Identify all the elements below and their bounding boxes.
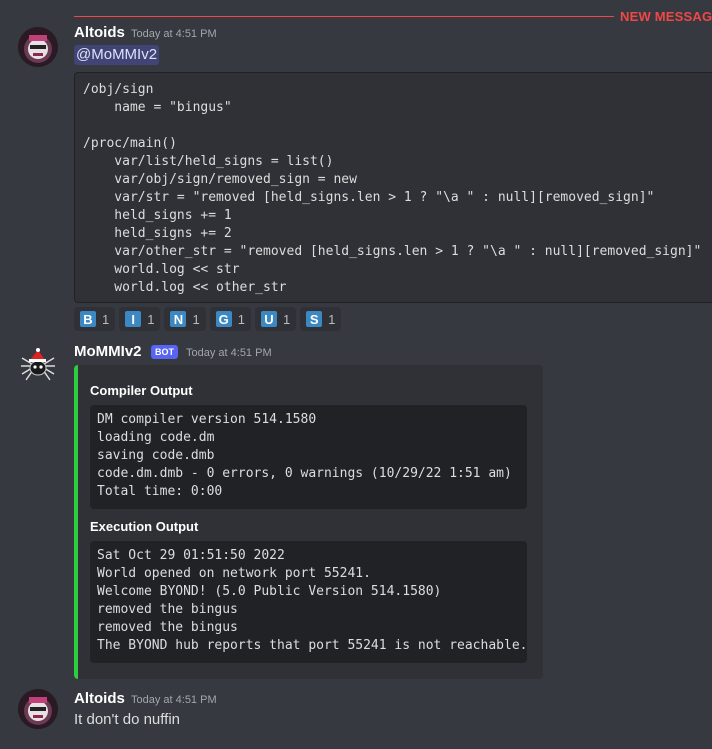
reaction-count: 1 bbox=[237, 311, 245, 327]
reaction-n[interactable]: N1 bbox=[164, 307, 206, 331]
compiler-output-block: DM compiler version 514.1580 loading cod… bbox=[90, 405, 527, 509]
reaction-count: 1 bbox=[192, 311, 200, 327]
reaction-b[interactable]: B1 bbox=[74, 307, 116, 331]
reaction-count: 1 bbox=[328, 311, 336, 327]
timestamp: Today at 4:51 PM bbox=[186, 347, 272, 359]
code-block: /obj/sign name = "bingus" /proc/main() v… bbox=[74, 72, 712, 303]
divider-line bbox=[74, 16, 614, 17]
letter-b-icon: B bbox=[80, 311, 96, 327]
username[interactable]: Altoids bbox=[74, 24, 125, 41]
user-mention[interactable]: @MoMMIv2 bbox=[74, 45, 160, 65]
timestamp: Today at 4:51 PM bbox=[131, 28, 217, 40]
reaction-count: 1 bbox=[102, 311, 110, 327]
reactions-bar: B1 I1 N1 G1 U1 S1 bbox=[74, 307, 342, 331]
username[interactable]: MoMMIv2 bbox=[74, 343, 142, 360]
reaction-i[interactable]: I1 bbox=[119, 307, 161, 331]
embed-card: Compiler Output DM compiler version 514.… bbox=[74, 365, 543, 679]
new-messages-label: NEW MESSAGES bbox=[620, 9, 712, 24]
timestamp: Today at 4:51 PM bbox=[131, 694, 217, 706]
message-text: It don't do nuffin bbox=[74, 711, 181, 728]
bot-tag: BOT bbox=[151, 345, 178, 359]
avatar[interactable] bbox=[18, 689, 58, 729]
compiler-output-title: Compiler Output bbox=[90, 383, 193, 398]
execution-output-block: Sat Oct 29 01:51:50 2022 World opened on… bbox=[90, 541, 527, 663]
username[interactable]: Altoids bbox=[74, 690, 125, 707]
letter-s-icon: S bbox=[306, 311, 323, 327]
avatar[interactable] bbox=[18, 27, 58, 67]
spider-avatar-icon[interactable] bbox=[18, 344, 58, 384]
reaction-s[interactable]: S1 bbox=[300, 307, 342, 331]
execution-output-title: Execution Output bbox=[90, 519, 199, 534]
letter-g-icon: G bbox=[215, 311, 232, 327]
letter-i-icon: I bbox=[125, 311, 142, 327]
letter-n-icon: N bbox=[170, 311, 187, 327]
letter-u-icon: U bbox=[260, 311, 277, 327]
reaction-u[interactable]: U1 bbox=[254, 307, 297, 331]
reaction-count: 1 bbox=[282, 311, 291, 327]
reaction-count: 1 bbox=[147, 311, 155, 327]
reaction-g[interactable]: G1 bbox=[209, 307, 251, 331]
